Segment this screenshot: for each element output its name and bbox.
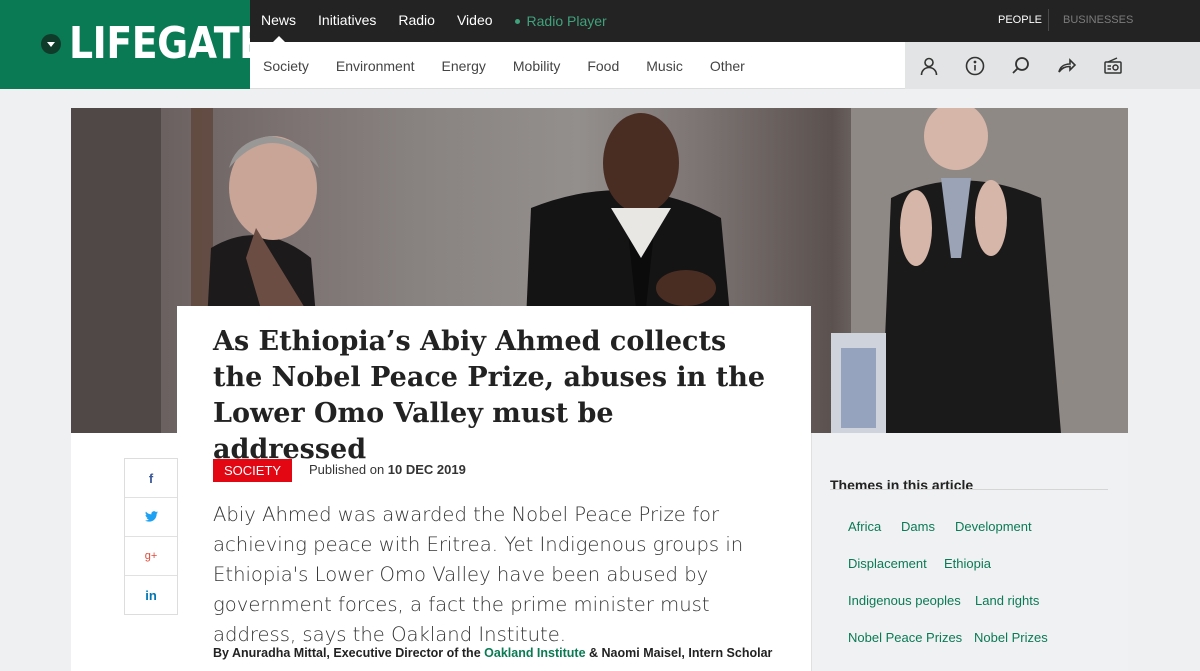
- divider: [1048, 9, 1049, 31]
- subnav-food[interactable]: Food: [587, 58, 619, 74]
- radio-player-label: Radio Player: [526, 13, 607, 29]
- theme-indigenous-peoples[interactable]: Indigenous peoples: [848, 593, 961, 608]
- byline-suffix: & Naomi Maisel, Intern Scholar: [589, 646, 773, 660]
- toolbar: [905, 42, 1200, 89]
- nav-video[interactable]: Video: [457, 0, 493, 42]
- subnav-society[interactable]: Society: [263, 58, 309, 74]
- primary-nav: News Initiatives Radio Video Radio Playe…: [261, 0, 607, 42]
- logo[interactable]: LIFEGATE: [0, 0, 265, 89]
- article-lead: Abiy Ahmed was awarded the Nobel Peace P…: [213, 503, 744, 646]
- info-icon[interactable]: [964, 55, 986, 77]
- facebook-icon: f: [148, 470, 154, 486]
- user-icon[interactable]: [918, 55, 940, 77]
- theme-africa[interactable]: Africa: [848, 519, 881, 534]
- twitter-icon: [144, 510, 158, 525]
- nav-initiatives[interactable]: Initiatives: [318, 0, 376, 42]
- category-nav: Society Environment Energy Mobility Food…: [250, 42, 905, 89]
- category-tag[interactable]: SOCIETY: [213, 459, 293, 482]
- theme-dams[interactable]: Dams: [901, 519, 935, 534]
- oakland-institute-link[interactable]: Oakland Institute: [484, 646, 585, 660]
- theme-ethiopia[interactable]: Ethiopia: [944, 556, 991, 571]
- theme-nobel-prizes[interactable]: Nobel Prizes: [974, 630, 1048, 645]
- theme-land-rights[interactable]: Land rights: [975, 593, 1039, 608]
- published-label: Published on: [309, 462, 385, 477]
- twitter-share-button[interactable]: [125, 498, 177, 537]
- facebook-share-button[interactable]: f: [125, 459, 177, 498]
- share-bar: f g+ in: [124, 458, 178, 615]
- chevron-down-icon[interactable]: [41, 34, 61, 54]
- theme-development[interactable]: Development: [955, 519, 1032, 534]
- live-dot-icon: [514, 18, 520, 24]
- nav-news[interactable]: News: [261, 0, 296, 42]
- subnav-music[interactable]: Music: [646, 58, 683, 74]
- search-icon[interactable]: [1010, 55, 1032, 77]
- googleplus-share-button[interactable]: g+: [125, 537, 177, 576]
- people-link[interactable]: PEOPLE: [998, 0, 1042, 40]
- published-info: Published on 10 DEC 2019: [309, 462, 466, 477]
- businesses-link[interactable]: BUSINESSES: [1063, 0, 1133, 40]
- share-icon[interactable]: [1056, 55, 1078, 77]
- themes-divider: [830, 489, 1108, 490]
- radio-icon[interactable]: [1102, 55, 1124, 77]
- published-date: 10 DEC 2019: [387, 462, 466, 477]
- google-plus-icon: g+: [144, 550, 158, 562]
- theme-nobel-peace-prizes[interactable]: Nobel Peace Prizes: [848, 630, 962, 645]
- theme-displacement[interactable]: Displacement: [848, 556, 927, 571]
- top-navigation-bar: News Initiatives Radio Video Radio Playe…: [250, 0, 1200, 42]
- radio-player-link[interactable]: Radio Player: [514, 1, 607, 41]
- subnav-other[interactable]: Other: [710, 58, 745, 74]
- subnav-mobility[interactable]: Mobility: [513, 58, 560, 74]
- subnav-energy[interactable]: Energy: [442, 58, 486, 74]
- linkedin-share-button[interactable]: in: [125, 576, 177, 615]
- subnav-environment[interactable]: Environment: [336, 58, 415, 74]
- themes-heading: Themes in this article: [830, 477, 974, 493]
- logo-text: LIFEGATE: [69, 18, 265, 69]
- byline: By Anuradha Mittal, Executive Director o…: [213, 646, 772, 660]
- byline-prefix: By Anuradha Mittal, Executive Director o…: [213, 646, 481, 660]
- linkedin-icon: in: [145, 588, 157, 603]
- article-title: As Ethiopia’s Abiy Ahmed collects the No…: [213, 326, 765, 465]
- nav-radio[interactable]: Radio: [398, 0, 435, 42]
